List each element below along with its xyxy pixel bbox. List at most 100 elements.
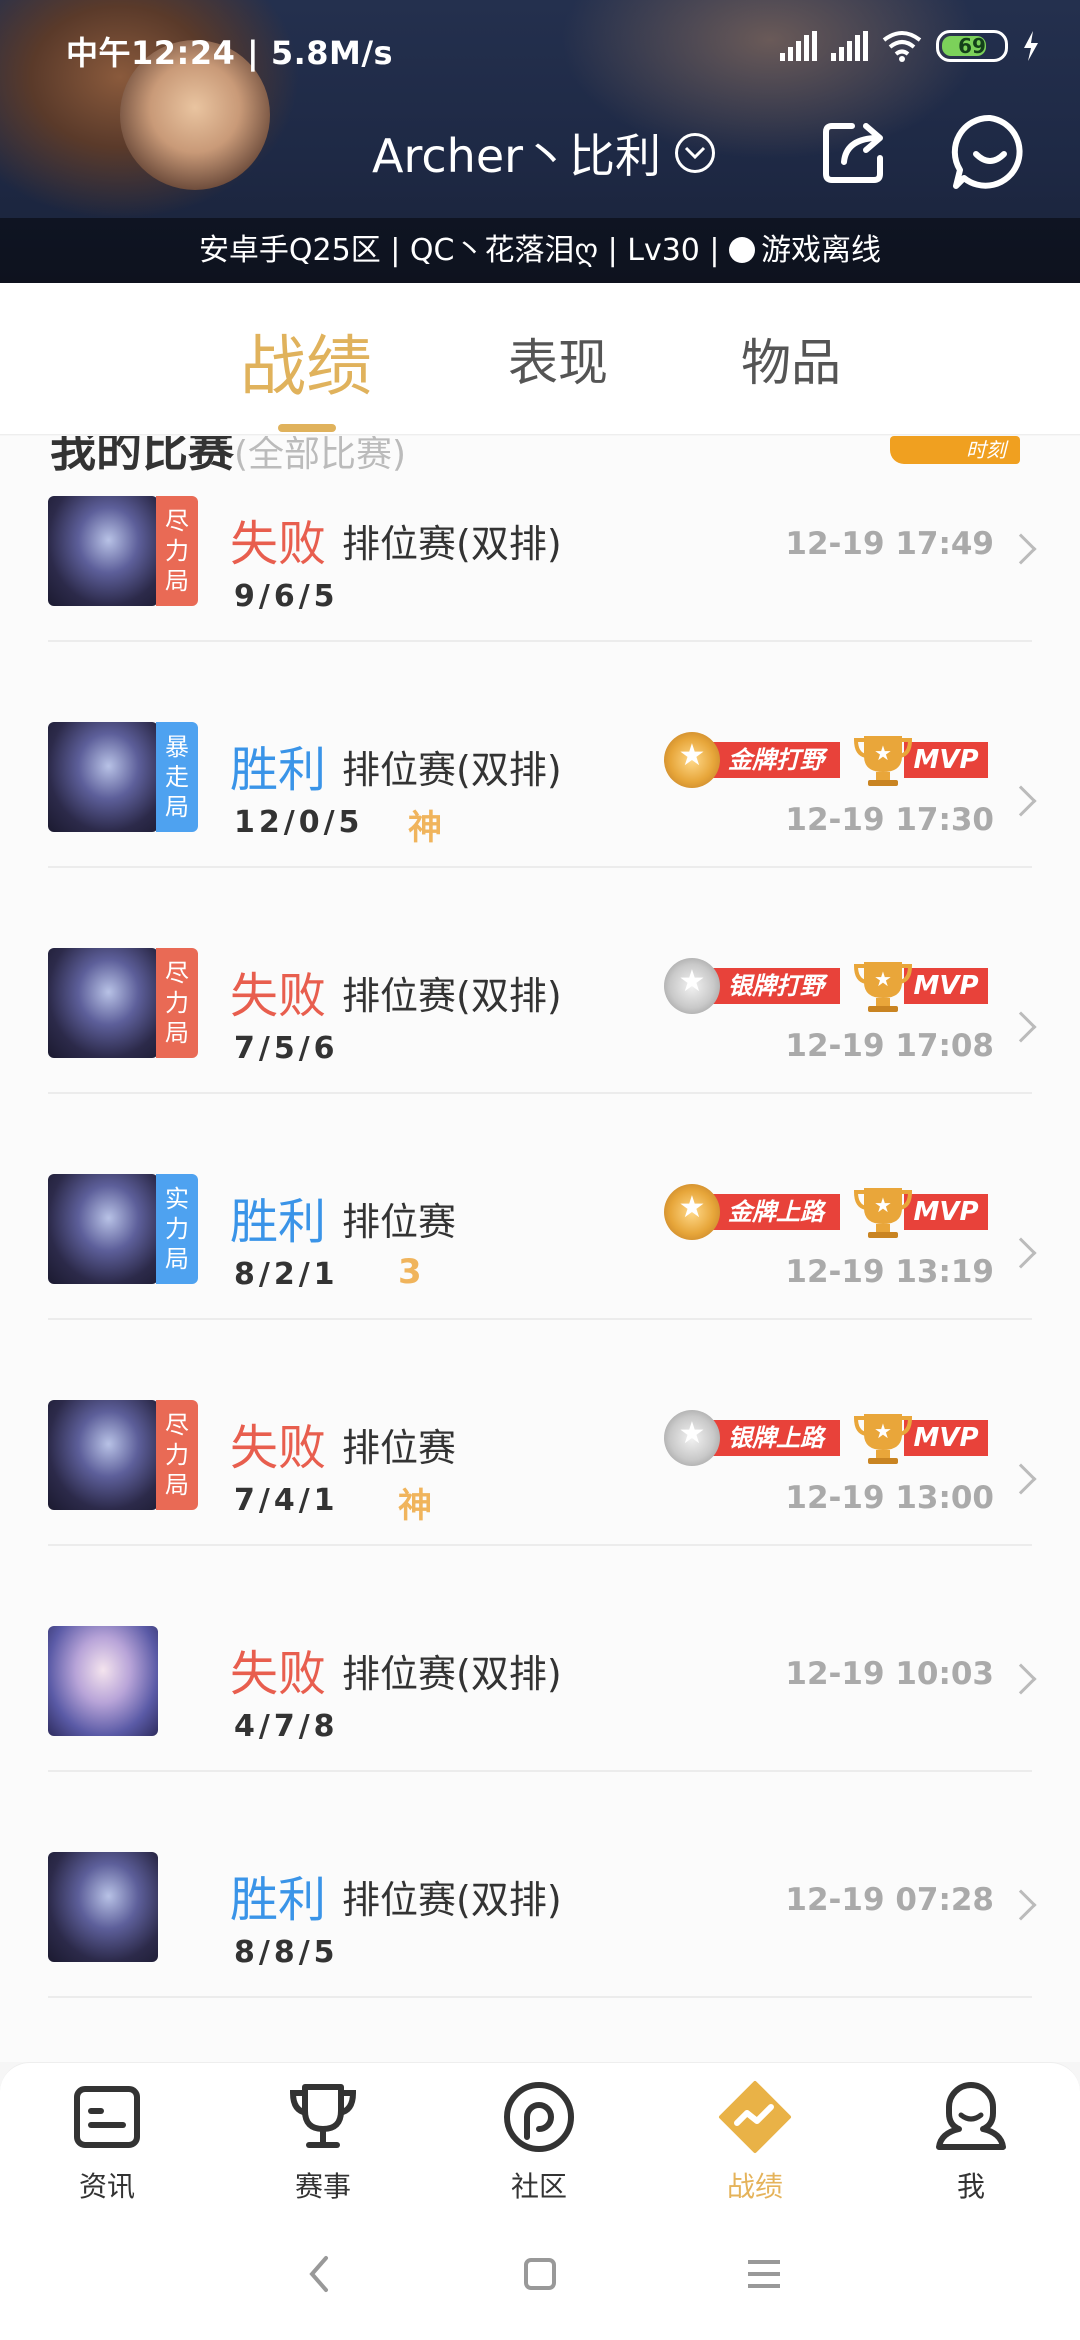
tab-record[interactable]: 战绩 — [240, 313, 372, 409]
hero-avatar — [48, 1400, 158, 1510]
active-tab-indicator — [278, 424, 336, 432]
match-result: 胜利 — [230, 1194, 327, 1250]
match-row[interactable]: 尽力局 失败 排位赛(双排) 9/6/5 12-19 17:49 — [48, 436, 1037, 642]
chevron-right-icon — [1005, 1011, 1037, 1043]
hero-avatar — [48, 1852, 158, 1962]
position-medal-badge: ★ 银牌上路 — [664, 1410, 840, 1466]
chevron-right-icon — [1005, 1237, 1037, 1269]
match-row[interactable]: 实力局 胜利 排位赛 8/2/1 3 ★ 金牌上路 ★ MVP 12-19 13:19 — [48, 1094, 1037, 1320]
nav-label: 战绩 — [726, 2170, 783, 2203]
match-time: 12-19 17:08 — [785, 1028, 994, 1064]
match-list: 我的比赛(全部比赛) 时刻 尽力局 失败 排位赛(双排) 9/6/5 12-19 17:… — [0, 436, 1080, 2062]
mvp-badge: ★ MVP — [854, 962, 988, 1012]
chevron-right-icon — [1005, 1663, 1037, 1695]
nav-label: 我 — [956, 2170, 985, 2203]
chevron-right-icon — [1005, 785, 1037, 817]
battery-level: 69 — [958, 34, 986, 58]
match-row[interactable]: 尽力局 失败 排位赛(双排) 7/5/6 ★ 银牌打野 ★ MVP 12-19 17:08 — [48, 868, 1037, 1094]
home-icon[interactable] — [518, 2252, 562, 2296]
match-result: 胜利 — [230, 1872, 327, 1928]
match-mode: 排位赛(双排) — [342, 748, 562, 792]
medal-icon: ★ — [664, 1410, 720, 1466]
mvp-label: MVP — [904, 742, 988, 778]
match-highlight-mark: 3 — [398, 1252, 422, 1292]
nav-news[interactable]: 资讯 — [47, 2077, 167, 2205]
profile-switcher[interactable]: Archer丶比利 — [372, 120, 716, 186]
tab-items[interactable]: 物品 — [741, 323, 841, 395]
trophy-icon — [289, 2084, 357, 2148]
match-result: 失败 — [230, 1420, 327, 1476]
match-row[interactable]: 胜利 排位赛(双排) 8/8/5 12-19 07:28 — [48, 1772, 1037, 1998]
position-medal-badge: ★ 金牌上路 — [664, 1184, 840, 1240]
nav-community[interactable]: 社区 — [479, 2077, 599, 2205]
nav-label: 资讯 — [78, 2170, 135, 2203]
profile-name: Archer丶比利 — [372, 129, 662, 183]
match-kda: 12/0/5 — [234, 805, 364, 840]
chevron-down-icon — [675, 133, 716, 173]
match-mode: 排位赛(双排) — [342, 1878, 562, 1922]
match-mode: 排位赛(双排) — [342, 974, 562, 1018]
svg-text:★: ★ — [874, 1193, 892, 1217]
match-kda: 7/4/1 — [234, 1483, 339, 1518]
mvp-label: MVP — [904, 1420, 988, 1456]
match-mode: 排位赛 — [342, 1200, 457, 1244]
mvp-badge: ★ MVP — [854, 736, 988, 786]
match-rating-tag: 尽力局 — [156, 1400, 198, 1510]
svg-text:★: ★ — [874, 741, 892, 765]
medal-label: 金牌打野 — [710, 742, 840, 778]
medal-icon: ★ — [664, 958, 720, 1014]
tab-bar: 战绩 表现 物品 — [0, 283, 1080, 435]
nav-record[interactable]: 战绩 — [695, 2077, 815, 2205]
profile-icon — [936, 2082, 1006, 2150]
hero-avatar — [48, 948, 158, 1058]
match-time: 12-19 07:28 — [785, 1882, 994, 1918]
offline-dot-icon — [729, 237, 756, 263]
hero-avatar — [48, 1174, 158, 1284]
svg-text:★: ★ — [874, 1419, 892, 1443]
chevron-right-icon — [1005, 1889, 1037, 1921]
back-icon[interactable] — [298, 2252, 342, 2296]
wifi-icon — [882, 31, 922, 62]
mvp-label: MVP — [904, 968, 988, 1004]
tab-performance[interactable]: 表现 — [508, 323, 608, 395]
mvp-trophy-icon: ★ — [854, 962, 912, 1012]
bottom-nav: 资讯 赛事 社区 战绩 我 — [0, 2062, 1080, 2210]
hero-avatar — [48, 1626, 158, 1736]
match-row[interactable]: 失败 排位赛(双排) 4/7/8 12-19 10:03 — [48, 1546, 1037, 1772]
nav-label: 社区 — [510, 2170, 567, 2203]
match-kda: 9/6/5 — [234, 579, 339, 614]
match-row[interactable]: 暴走局 胜利 排位赛(双排) 12/0/5 神 ★ 金牌打野 ★ MVP 12-19 17:30 — [48, 642, 1037, 868]
nav-label: 赛事 — [294, 2170, 351, 2203]
match-time: 12-19 13:19 — [785, 1254, 994, 1290]
mvp-label: MVP — [904, 1194, 988, 1230]
medal-label: 银牌上路 — [710, 1420, 840, 1456]
nav-me[interactable]: 我 — [911, 2077, 1031, 2205]
profile-subtitle: 安卓手Q25区 | QC丶花落泪ღ | Lv30 | 游戏离线 — [0, 218, 1080, 283]
medal-label: 银牌打野 — [710, 968, 840, 1004]
medal-icon: ★ — [664, 1184, 720, 1240]
match-highlight-mark: 神 — [398, 1486, 432, 1526]
share-icon[interactable] — [818, 112, 898, 192]
medal-label: 金牌上路 — [710, 1194, 840, 1230]
server-info: 安卓手Q25区 | QC丶花落泪ღ | Lv30 | — [198, 233, 730, 268]
mvp-trophy-icon: ★ — [854, 1414, 912, 1464]
chevron-right-icon — [1005, 1463, 1037, 1495]
chat-icon[interactable] — [950, 112, 1030, 192]
record-icon — [719, 2081, 791, 2153]
match-row[interactable]: 尽力局 失败 排位赛 7/4/1 神 ★ 银牌上路 ★ MVP 12-19 13:00 — [48, 1320, 1037, 1546]
online-status: 游戏离线 — [761, 233, 882, 268]
match-rating-tag: 实力局 — [156, 1174, 198, 1284]
hero-avatar — [48, 496, 158, 606]
menu-icon[interactable] — [742, 2252, 786, 2296]
system-nav-bar — [0, 2210, 1080, 2340]
community-icon — [504, 2082, 574, 2152]
match-mode: 排位赛(双排) — [342, 522, 562, 566]
signal-icon — [780, 31, 817, 61]
mvp-trophy-icon: ★ — [854, 736, 912, 786]
svg-text:★: ★ — [874, 967, 892, 991]
match-mode: 排位赛 — [342, 1426, 457, 1470]
nav-events[interactable]: 赛事 — [263, 2077, 383, 2205]
medal-icon: ★ — [664, 732, 720, 788]
match-kda: 4/7/8 — [234, 1709, 339, 1744]
match-kda: 8/8/5 — [234, 1935, 339, 1970]
